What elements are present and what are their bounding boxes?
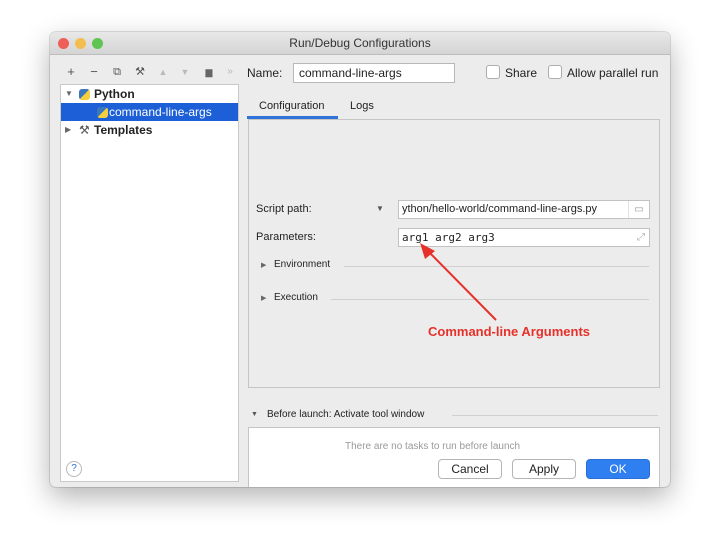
remove-icon[interactable]: − bbox=[87, 64, 101, 80]
annotation-arrow bbox=[420, 243, 497, 321]
tree-item-label: command-line-args bbox=[109, 105, 212, 119]
tree-item-templates[interactable]: ▶ ⚒ Templates bbox=[61, 121, 238, 139]
share-label: Share bbox=[505, 66, 538, 80]
parallel-run-label: Allow parallel run bbox=[567, 66, 659, 80]
tab-configuration[interactable]: Configuration bbox=[259, 96, 324, 116]
python-icon bbox=[97, 107, 108, 118]
environment-section[interactable]: Environment bbox=[274, 259, 330, 270]
chevron-right-icon[interactable]: ▶ bbox=[261, 294, 266, 302]
tree-item-label: Python bbox=[94, 87, 135, 101]
run-debug-dialog: Run/Debug Configurations + − ⧉ ⚒ ▲ ▼ ▆ »… bbox=[50, 32, 670, 487]
title-bar: Run/Debug Configurations bbox=[50, 32, 670, 55]
divider bbox=[452, 415, 658, 416]
copy-icon[interactable]: ⧉ bbox=[110, 64, 124, 80]
script-path-input[interactable]: ython/hello-world/command-line-args.py ▭ bbox=[398, 200, 650, 219]
script-path-value: ython/hello-world/command-line-args.py bbox=[402, 203, 598, 215]
window-title: Run/Debug Configurations bbox=[289, 36, 431, 50]
chevron-right-icon[interactable]: ▶ bbox=[65, 121, 71, 139]
tree-item-python[interactable]: ▼ Python bbox=[61, 85, 238, 103]
folder-icon[interactable]: ▆ bbox=[202, 64, 216, 80]
wrench-icon[interactable]: ⚒ bbox=[133, 64, 147, 80]
help-button[interactable]: ? bbox=[66, 461, 82, 477]
wrench-icon: ⚒ bbox=[79, 123, 90, 137]
chevron-down-icon[interactable]: ▼ bbox=[65, 85, 73, 103]
name-input[interactable]: command-line-args bbox=[293, 63, 455, 83]
script-type-dropdown[interactable]: ▼ bbox=[376, 204, 384, 213]
move-down-icon[interactable]: ▼ bbox=[178, 64, 192, 80]
move-up-icon[interactable]: ▲ bbox=[156, 64, 170, 80]
name-label: Name: bbox=[247, 66, 283, 80]
configuration-tree: ▼ Python command-line-args ▶ ⚒ Templates bbox=[60, 84, 239, 482]
apply-button[interactable]: Apply bbox=[512, 459, 576, 479]
chevron-down-icon[interactable]: ▼ bbox=[251, 411, 258, 418]
cancel-button[interactable]: Cancel bbox=[438, 459, 502, 479]
parallel-run-checkbox[interactable] bbox=[548, 65, 562, 79]
script-path-label: Script path: bbox=[256, 203, 312, 215]
tree-item-command-line-args[interactable]: command-line-args bbox=[61, 103, 238, 121]
share-checkbox[interactable] bbox=[486, 65, 500, 79]
before-launch-section[interactable]: Before launch: Activate tool window bbox=[267, 409, 424, 420]
expand-icon[interactable]: ⤢ bbox=[637, 229, 645, 246]
tab-logs[interactable]: Logs bbox=[350, 96, 374, 116]
python-icon bbox=[79, 89, 90, 100]
execution-section[interactable]: Execution bbox=[274, 292, 318, 303]
annotation-label: Command-line Arguments bbox=[428, 324, 591, 339]
empty-list-message: There are no tasks to run before launch bbox=[345, 441, 521, 452]
ok-button[interactable]: OK bbox=[586, 459, 650, 479]
folder-icon[interactable]: ▭ bbox=[628, 201, 649, 218]
parameters-label: Parameters: bbox=[256, 231, 316, 243]
add-icon[interactable]: + bbox=[64, 64, 78, 80]
more-icon[interactable]: » bbox=[223, 64, 237, 80]
tree-item-label: Templates bbox=[94, 123, 153, 137]
chevron-right-icon[interactable]: ▶ bbox=[261, 261, 266, 269]
